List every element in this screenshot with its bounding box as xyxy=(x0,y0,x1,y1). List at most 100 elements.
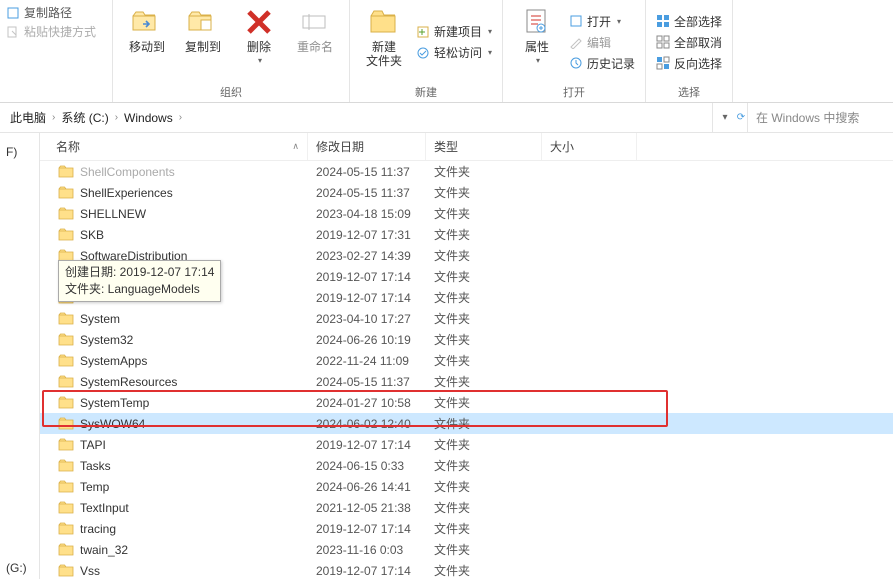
invert-selection-button[interactable]: 反向选择 xyxy=(654,54,724,73)
table-row[interactable]: SystemTemp2024-01-27 10:58文件夹 xyxy=(40,392,893,413)
cell-date: 2024-06-02 12:40 xyxy=(308,417,426,431)
table-row[interactable]: System2023-04-10 17:27文件夹 xyxy=(40,308,893,329)
folder-icon xyxy=(58,543,74,557)
cell-type: 文件夹 xyxy=(426,205,542,222)
table-row[interactable]: ShellExperiences2024-05-15 11:37文件夹 xyxy=(40,182,893,203)
drive-f[interactable]: F) xyxy=(0,141,39,163)
new-item-button[interactable]: 新建项目▾ xyxy=(414,22,494,41)
ribbon: 复制路径 粘贴快捷方式 移动到 复制到 删除 ▾ 重命名 xyxy=(0,0,893,103)
table-row[interactable]: SysWOW64 2024-06-02 12:40文件夹 xyxy=(40,413,893,434)
table-row[interactable]: SystemResources2024-05-15 11:37文件夹 xyxy=(40,371,893,392)
address-dropdown-button[interactable]: ▾ xyxy=(719,112,731,124)
cell-type: 文件夹 xyxy=(426,520,542,537)
cell-date: 2024-01-27 10:58 xyxy=(308,396,426,410)
cell-date: 2019-12-07 17:31 xyxy=(308,228,426,242)
table-row[interactable]: Tasks2024-06-15 0:33文件夹 xyxy=(40,455,893,476)
table-row[interactable]: System322024-06-26 10:19文件夹 xyxy=(40,329,893,350)
content-area: F) (G:) 名称∧ 修改日期 类型 大小 ShellComponents20… xyxy=(0,133,893,579)
address-bar: 此电脑 › 系统 (C:) › Windows › ▾ ⟳ 在 Windows … xyxy=(0,103,893,133)
new-folder-button[interactable]: 新建 文件夹 xyxy=(358,4,410,80)
cell-name: System xyxy=(40,312,308,326)
refresh-button[interactable]: ⟳ xyxy=(735,112,747,124)
cell-name: SystemApps xyxy=(40,354,308,368)
cell-type: 文件夹 xyxy=(426,457,542,474)
cell-name: SHELLNEW xyxy=(40,207,308,221)
col-size[interactable]: 大小 xyxy=(542,133,637,160)
invert-icon xyxy=(656,56,670,70)
copy-path-button[interactable]: 复制路径 xyxy=(6,4,106,21)
select-all-button[interactable]: 全部选择 xyxy=(654,12,724,31)
cell-type: 文件夹 xyxy=(426,562,542,579)
crumb-2[interactable]: Windows xyxy=(120,109,177,127)
nav-pane[interactable]: F) (G:) xyxy=(0,133,40,579)
tooltip: 创建日期: 2019-12-07 17:14 文件夹: LanguageMode… xyxy=(58,260,221,302)
select-group: 全部选择 全部取消 反向选择 选择 xyxy=(646,0,733,102)
file-name: twain_32 xyxy=(80,543,128,557)
cell-type: 文件夹 xyxy=(426,394,542,411)
cell-name: SKB xyxy=(40,228,308,242)
select-none-button[interactable]: 全部取消 xyxy=(654,33,724,52)
table-row[interactable]: SystemApps2022-11-24 11:09文件夹 xyxy=(40,350,893,371)
table-row[interactable]: Vss2019-12-07 17:14文件夹 xyxy=(40,560,893,581)
table-row[interactable]: tracing2019-12-07 17:14文件夹 xyxy=(40,518,893,539)
col-date[interactable]: 修改日期 xyxy=(308,133,426,160)
chevron-right-icon[interactable]: › xyxy=(179,112,182,123)
cell-date: 2024-06-26 10:19 xyxy=(308,333,426,347)
col-name[interactable]: 名称∧ xyxy=(40,133,308,160)
properties-button[interactable]: 属性 ▾ xyxy=(511,4,563,80)
crumb-0[interactable]: 此电脑 xyxy=(6,107,50,128)
edit-button[interactable]: 编辑 xyxy=(567,33,637,52)
cell-type: 文件夹 xyxy=(426,289,542,306)
cell-date: 2023-04-18 15:09 xyxy=(308,207,426,221)
cell-type: 文件夹 xyxy=(426,415,542,432)
rows-container: ShellComponents2024-05-15 11:37文件夹ShellE… xyxy=(40,161,893,581)
open-label: 打开 xyxy=(563,84,585,102)
folder-icon xyxy=(58,417,74,431)
open-group: 属性 ▾ 打开▾ 编辑 历史记录 打开 xyxy=(503,0,646,102)
breadcrumb[interactable]: 此电脑 › 系统 (C:) › Windows › xyxy=(6,107,712,128)
copy-path-icon xyxy=(6,6,20,20)
clipboard-group: 复制路径 粘贴快捷方式 xyxy=(0,0,113,102)
easy-access-icon xyxy=(416,46,430,60)
table-row[interactable]: SHELLNEW2023-04-18 15:09文件夹 xyxy=(40,203,893,224)
folder-icon xyxy=(58,165,74,179)
folder-icon xyxy=(58,228,74,242)
easy-access-button[interactable]: 轻松访问▾ xyxy=(414,43,494,62)
select-label: 选择 xyxy=(678,84,700,102)
copy-to-button[interactable]: 复制到 xyxy=(177,4,229,80)
cell-date: 2024-05-15 11:37 xyxy=(308,165,426,179)
open-icon xyxy=(569,14,583,28)
file-name: SysWOW64 xyxy=(80,417,145,431)
table-row[interactable]: ShellComponents2024-05-15 11:37文件夹 xyxy=(40,161,893,182)
delete-button[interactable]: 删除 ▾ xyxy=(233,4,285,80)
file-name: System32 xyxy=(80,333,133,347)
chevron-down-icon: ▾ xyxy=(536,56,540,65)
table-row[interactable]: TextInput2021-12-05 21:38文件夹 xyxy=(40,497,893,518)
paste-shortcut-button[interactable]: 粘贴快捷方式 xyxy=(6,23,106,40)
chevron-right-icon[interactable]: › xyxy=(115,112,118,123)
delete-icon xyxy=(243,6,275,38)
table-row[interactable]: twain_322023-11-16 0:03文件夹 xyxy=(40,539,893,560)
rename-button[interactable]: 重命名 xyxy=(289,4,341,80)
cell-name: Tasks xyxy=(40,459,308,473)
chevron-right-icon[interactable]: › xyxy=(52,112,55,123)
cell-type: 文件夹 xyxy=(426,247,542,264)
move-to-button[interactable]: 移动到 xyxy=(121,4,173,80)
col-type[interactable]: 类型 xyxy=(426,133,542,160)
cell-name: tracing xyxy=(40,522,308,536)
file-name: Temp xyxy=(80,480,109,494)
crumb-1[interactable]: 系统 (C:) xyxy=(57,107,112,128)
drive-g[interactable]: (G:) xyxy=(0,557,39,579)
open-button[interactable]: 打开▾ xyxy=(567,12,637,31)
cell-date: 2019-12-07 17:14 xyxy=(308,270,426,284)
table-row[interactable]: TAPI2019-12-07 17:14文件夹 xyxy=(40,434,893,455)
cell-type: 文件夹 xyxy=(426,541,542,558)
table-row[interactable]: Temp2024-06-26 14:41文件夹 xyxy=(40,476,893,497)
table-row[interactable]: SKB2019-12-07 17:31文件夹 xyxy=(40,224,893,245)
file-name: SystemApps xyxy=(80,354,147,368)
search-input[interactable]: 在 Windows 中搜索 xyxy=(747,103,887,132)
cell-name: System32 xyxy=(40,333,308,347)
cell-date: 2024-05-15 11:37 xyxy=(308,375,426,389)
cell-date: 2024-06-15 0:33 xyxy=(308,459,426,473)
history-button[interactable]: 历史记录 xyxy=(567,54,637,73)
